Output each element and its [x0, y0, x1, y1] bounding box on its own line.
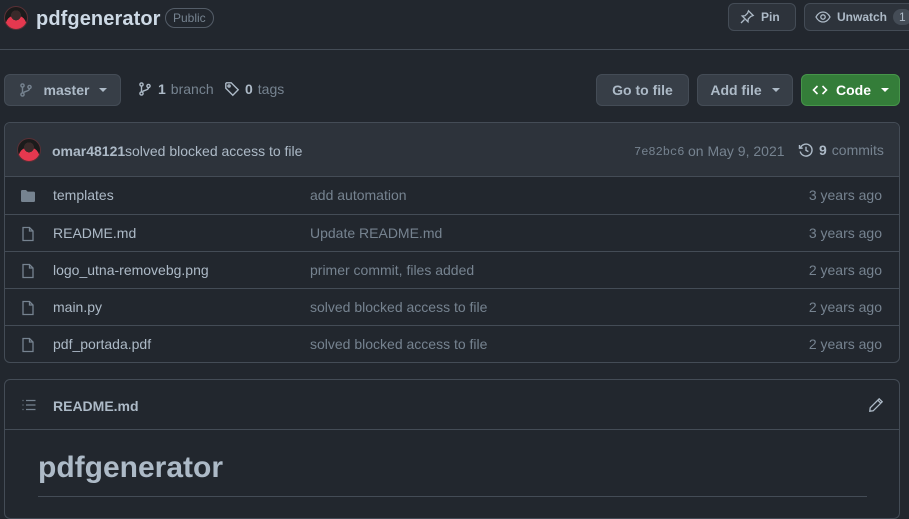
file-age: 2 years ago: [808, 262, 882, 278]
owner-avatar[interactable]: [4, 6, 28, 30]
readme-header: README.md: [5, 380, 899, 430]
file-icon: [20, 226, 36, 242]
file-age: 2 years ago: [808, 336, 882, 352]
code-label: Code: [836, 82, 871, 98]
go-to-file-label: Go to file: [612, 82, 673, 98]
pin-label: Pin: [761, 10, 780, 24]
add-file-label: Add file: [710, 82, 762, 98]
file-commit-message[interactable]: solved blocked access to file: [310, 336, 487, 352]
file-list: omar48121 solved blocked access to file …: [4, 122, 900, 363]
visibility-badge: Public: [165, 8, 214, 28]
file-name[interactable]: README.md: [53, 225, 136, 241]
file-commit-message[interactable]: primer commit, files added: [310, 262, 474, 278]
file-icon: [20, 300, 36, 316]
file-name[interactable]: pdf_portada.pdf: [53, 336, 151, 352]
history-icon: [798, 142, 814, 158]
commit-author[interactable]: omar48121: [52, 143, 125, 159]
tag-word: tags: [257, 81, 285, 97]
list-icon[interactable]: [21, 397, 37, 413]
file-age: 3 years ago: [808, 225, 882, 241]
unwatch-label: Unwatch: [837, 10, 888, 24]
file-name[interactable]: main.py: [53, 299, 102, 315]
file-icon: [20, 337, 36, 353]
file-row[interactable]: main.py solved blocked access to file 2 …: [5, 288, 899, 325]
branch-count: 1: [158, 81, 166, 97]
file-row[interactable]: pdf_portada.pdf solved blocked access to…: [5, 325, 899, 362]
file-name[interactable]: logo_utna-removebg.png: [53, 262, 209, 278]
chevron-down-icon: [881, 88, 889, 92]
go-to-file-button[interactable]: Go to file: [596, 74, 689, 106]
pin-icon: [739, 9, 755, 25]
folder-icon: [20, 188, 36, 204]
tags-link[interactable]: 0 tags: [224, 81, 284, 97]
author-avatar[interactable]: [17, 138, 41, 162]
repo-header: pdfgenerator Public Pin Unwatch 1: [0, 0, 909, 50]
commits-link[interactable]: 9 commits: [798, 142, 884, 158]
commit-date: on May 9, 2021: [688, 143, 785, 159]
readme-panel: README.md pdfgenerator: [4, 379, 900, 519]
file-name[interactable]: templates: [53, 187, 114, 203]
pin-button[interactable]: Pin: [728, 3, 796, 31]
file-age: 3 years ago: [808, 187, 882, 203]
file-row[interactable]: templates add automation 3 years ago: [5, 177, 899, 214]
git-branch-icon: [18, 82, 34, 98]
watch-count: 1: [893, 9, 909, 25]
chevron-down-icon: [771, 88, 780, 92]
file-icon: [20, 263, 36, 279]
branch-word: branch: [170, 81, 214, 97]
commit-message[interactable]: solved blocked access to file: [125, 143, 302, 159]
pencil-icon[interactable]: [868, 397, 884, 413]
branches-link[interactable]: 1 branch: [137, 81, 214, 97]
commit-word: commits: [831, 142, 884, 158]
code-button[interactable]: Code: [801, 74, 900, 106]
branch-select-button[interactable]: master: [4, 74, 121, 106]
code-icon: [812, 82, 828, 98]
file-row[interactable]: logo_utna-removebg.png primer commit, fi…: [5, 251, 899, 288]
file-commit-message[interactable]: Update README.md: [310, 225, 442, 241]
readme-heading: pdfgenerator: [38, 451, 224, 484]
latest-commit-bar: omar48121 solved blocked access to file …: [5, 123, 899, 177]
file-row[interactable]: README.md Update README.md 3 years ago: [5, 214, 899, 251]
git-branch-icon: [137, 81, 153, 97]
commit-sha[interactable]: 7e82bc6: [634, 145, 684, 159]
add-file-button[interactable]: Add file: [697, 74, 793, 106]
file-age: 2 years ago: [808, 299, 882, 315]
tag-icon: [224, 81, 240, 97]
chevron-down-icon: [99, 88, 108, 92]
unwatch-button[interactable]: Unwatch 1: [804, 3, 909, 31]
branch-name: master: [43, 82, 90, 98]
heading-divider: [38, 496, 867, 497]
commit-count: 9: [819, 142, 827, 158]
file-commit-message[interactable]: solved blocked access to file: [310, 299, 487, 315]
tag-count: 0: [245, 81, 253, 97]
eye-icon: [815, 9, 831, 25]
readme-filename[interactable]: README.md: [53, 398, 139, 414]
repo-name[interactable]: pdfgenerator: [36, 8, 161, 31]
file-commit-message[interactable]: add automation: [310, 187, 407, 203]
